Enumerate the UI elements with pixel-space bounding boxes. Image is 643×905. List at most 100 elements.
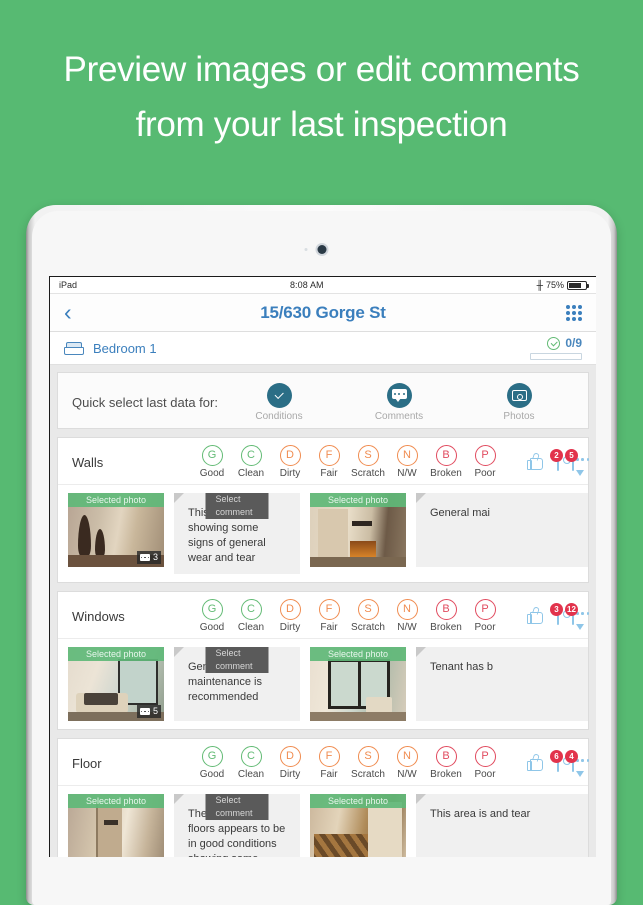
grid-menu-icon[interactable] [566, 304, 582, 321]
photo-comment-count: 3 [152, 552, 158, 562]
photo-thumbnail[interactable]: Selected photo [310, 493, 406, 567]
photo-thumbnail[interactable]: Selected photo [68, 794, 164, 857]
section-action-icons: 3 12 [527, 603, 589, 625]
comment-count-button[interactable]: 12 [565, 603, 589, 625]
condition-label: Fair [320, 622, 338, 633]
condition-option-clean[interactable]: C Clean [233, 746, 269, 780]
condition-key: D [279, 445, 301, 466]
condition-option-fair[interactable]: F Fair [311, 445, 347, 479]
condition-option-broken[interactable]: B Broken [428, 746, 464, 780]
comment-count-button[interactable]: 4 [565, 750, 589, 772]
thumbs-up-icon[interactable] [527, 753, 544, 772]
condition-key: B [435, 746, 457, 767]
condition-option-scratch[interactable]: S Scratch [350, 746, 386, 780]
quick-select-comments-label: Comments [374, 411, 424, 422]
comment-block[interactable]: General mai [416, 493, 588, 567]
select-comment-tag: Select comment [205, 794, 269, 820]
photo-thumbnail[interactable]: Selected photo 3 [68, 493, 164, 567]
media-row: Selected photo Select comment The carpet… [58, 786, 588, 857]
condition-row: Floor G Good C Clean D Dirty F Fair S Sc… [58, 739, 589, 786]
photo-comment-badge: 5 [136, 705, 161, 718]
condition-option-fair[interactable]: F Fair [311, 746, 347, 780]
condition-row: Walls G Good C Clean D Dirty F Fair S Sc… [58, 438, 589, 485]
content-scroll-area[interactable]: Quick select last data for: Conditions C… [50, 365, 596, 857]
condition-option-broken[interactable]: B Broken [428, 599, 464, 633]
condition-key: F [318, 746, 340, 767]
promo-line-1: Preview images or edit comments [63, 50, 580, 89]
quick-select-label: Quick select last data for: [72, 395, 218, 410]
condition-label: Broken [430, 769, 462, 780]
comment-block[interactable]: This area is and tear [416, 794, 588, 857]
condition-key: C [240, 445, 262, 466]
quick-select-conditions[interactable]: Conditions [250, 383, 308, 422]
photo-count-button[interactable]: 3 [550, 603, 563, 625]
condition-option-good[interactable]: G Good [194, 445, 230, 479]
condition-key: S [357, 746, 379, 767]
condition-option-dirty[interactable]: D Dirty [272, 746, 308, 780]
corner-fold-icon [416, 647, 426, 657]
photo-count-button[interactable]: 2 [550, 449, 563, 471]
condition-option-scratch[interactable]: S Scratch [350, 599, 386, 633]
condition-key: D [279, 599, 301, 620]
photo-comment-count: 5 [152, 706, 158, 716]
condition-key: B [435, 445, 457, 466]
thumbs-up-icon[interactable] [527, 452, 544, 471]
bed-icon [64, 341, 84, 355]
condition-option-poor[interactable]: P Poor [467, 746, 503, 780]
corner-fold-icon [416, 493, 426, 503]
condition-option-fair[interactable]: F Fair [311, 599, 347, 633]
corner-fold-icon [416, 794, 426, 804]
room-bar[interactable]: Bedroom 1 0/9 [50, 332, 596, 365]
select-comment-tag: Select comment [205, 647, 269, 673]
condition-label: N/W [397, 622, 417, 633]
condition-option-nw[interactable]: N N/W [389, 599, 425, 633]
quick-select-comments[interactable]: Comments [370, 383, 428, 422]
condition-option-broken[interactable]: B Broken [428, 445, 464, 479]
check-circle-icon [547, 336, 561, 350]
condition-label: Good [199, 468, 225, 479]
photo-thumbnail[interactable]: Selected photo [310, 794, 406, 857]
front-camera-icon [304, 245, 326, 254]
condition-option-good[interactable]: G Good [194, 746, 230, 780]
status-time: 8:08 AM [289, 280, 324, 290]
inspection-section-walls: Walls G Good C Clean D Dirty F Fair S Sc… [57, 437, 589, 583]
photo-thumbnail[interactable]: Selected photo 5 [68, 647, 164, 721]
comment-block[interactable]: Select comment General maintenance is re… [174, 647, 300, 721]
room-progress: 0/9 [530, 336, 582, 360]
condition-label: Good [199, 622, 225, 633]
condition-option-scratch[interactable]: S Scratch [350, 445, 386, 479]
condition-label: N/W [397, 769, 417, 780]
comment-text: This area is and tear [430, 808, 531, 820]
selected-photo-banner: Selected photo [310, 493, 406, 507]
quick-select-photos[interactable]: Photos [490, 383, 548, 422]
condition-label: Dirty [279, 622, 301, 633]
condition-label: Poor [474, 622, 496, 633]
condition-key: P [474, 746, 496, 767]
condition-option-clean[interactable]: C Clean [233, 599, 269, 633]
comment-block[interactable]: Select comment This area is showing some… [174, 493, 300, 574]
condition-option-good[interactable]: G Good [194, 599, 230, 633]
section-name: Floor [72, 755, 102, 771]
condition-label: Poor [474, 468, 496, 479]
condition-label: Broken [430, 468, 462, 479]
condition-option-dirty[interactable]: D Dirty [272, 445, 308, 479]
photo-count-button[interactable]: 6 [550, 750, 563, 772]
status-bar: iPad 8:08 AM ╫ 75% [50, 277, 596, 294]
condition-option-nw[interactable]: N N/W [389, 445, 425, 479]
condition-label: Poor [474, 769, 496, 780]
condition-option-dirty[interactable]: D Dirty [272, 599, 308, 633]
corner-fold-icon [174, 647, 184, 657]
comment-block[interactable]: Select comment The carpet and floors app… [174, 794, 300, 857]
condition-option-poor[interactable]: P Poor [467, 445, 503, 479]
status-device-name: iPad [59, 280, 78, 290]
condition-option-clean[interactable]: C Clean [233, 445, 269, 479]
comment-count-button[interactable]: 5 [565, 449, 589, 471]
thumbs-up-icon[interactable] [527, 606, 544, 625]
condition-option-poor[interactable]: P Poor [467, 599, 503, 633]
status-battery-percent: 75% [545, 280, 564, 290]
condition-option-nw[interactable]: N N/W [389, 746, 425, 780]
corner-fold-icon [174, 794, 184, 804]
page-title: 15/630 Gorge St [260, 302, 386, 322]
comment-block[interactable]: Tenant has b [416, 647, 588, 721]
photo-thumbnail[interactable]: Selected photo [310, 647, 406, 721]
